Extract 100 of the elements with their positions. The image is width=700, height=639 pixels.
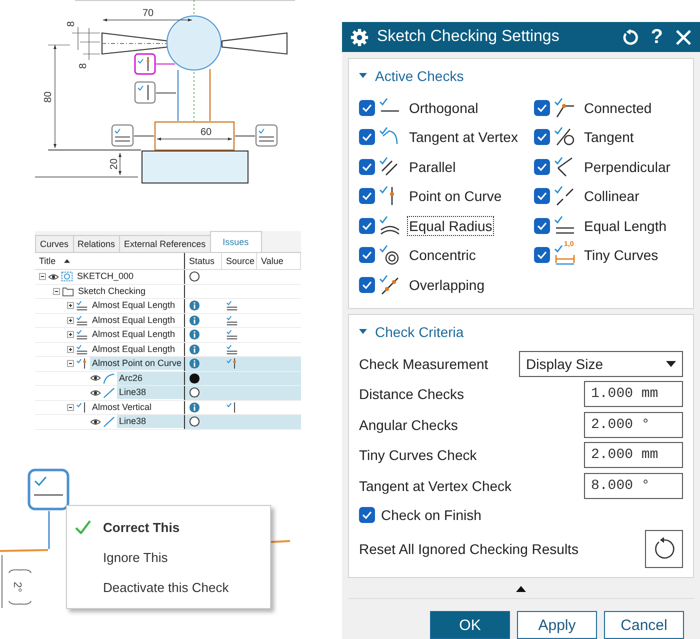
check-label[interactable]: Tangent at Vertex — [407, 127, 520, 148]
tree-item[interactable]: Almost Equal Length — [90, 299, 178, 312]
menu-item[interactable]: Deactivate this Check — [67, 572, 270, 602]
checkbox[interactable] — [534, 129, 550, 146]
input-field[interactable]: 2.000 ° — [584, 412, 683, 438]
check-label[interactable]: Tiny Curves — [582, 245, 660, 266]
equal-length-badge-icon[interactable] — [112, 124, 134, 146]
equal-radius-icon — [379, 214, 401, 237]
check-label[interactable]: Collinear — [582, 186, 642, 206]
tree-item[interactable]: SKETCH_000 — [75, 270, 136, 284]
section-heading[interactable]: Check Criteria — [375, 324, 464, 340]
check-label[interactable]: Overlapping — [407, 274, 486, 295]
menu-item-label: Correct This — [103, 520, 180, 534]
menu-item-label: Ignore This — [103, 550, 168, 564]
equal-length-badge-icon[interactable] — [256, 124, 278, 146]
check-label[interactable]: Perpendicular — [582, 156, 672, 177]
checkbox[interactable] — [359, 188, 375, 204]
checkbox[interactable] — [534, 100, 550, 116]
collapse-icon[interactable] — [359, 73, 367, 79]
menu-item[interactable]: Ignore This — [67, 542, 270, 572]
collinear-icon — [554, 185, 576, 208]
column-header[interactable]: Source — [222, 253, 257, 269]
checkbox[interactable] — [359, 276, 375, 293]
help-button[interactable]: ? — [650, 26, 663, 48]
tree-item[interactable]: Almost Point on Curve — [90, 357, 184, 370]
tree-item[interactable]: Arc26 — [117, 372, 184, 385]
tree-item[interactable]: Almost Vertical — [90, 400, 154, 414]
column-header[interactable]: Status — [185, 253, 222, 269]
checkbox[interactable] — [534, 158, 550, 175]
check-label[interactable]: Point on Curve — [407, 186, 504, 206]
tree-item[interactable]: Almost Equal Length — [90, 314, 178, 327]
leader-line — [48, 511, 50, 549]
folder-icon — [62, 286, 74, 297]
settings-icon[interactable] — [350, 28, 369, 46]
eye-icon[interactable] — [90, 388, 101, 397]
tree-item[interactable]: Line38 — [117, 415, 184, 428]
overlapping-icon — [379, 274, 401, 296]
eye-icon[interactable] — [90, 418, 101, 426]
reset-button[interactable] — [645, 530, 683, 568]
close-icon[interactable] — [675, 28, 692, 46]
tree-item[interactable]: Sketch Checking — [76, 284, 148, 298]
checkbox[interactable] — [359, 129, 375, 146]
point-on-curve-icon — [226, 358, 238, 370]
vertical-line-icon — [226, 402, 238, 413]
collapse-icon[interactable] — [67, 404, 74, 411]
collapse-arrow-icon[interactable] — [516, 586, 526, 592]
column-header[interactable]: Title — [39, 256, 56, 266]
collapse-icon[interactable] — [53, 288, 60, 295]
point-on-curve-badge-icon[interactable] — [134, 53, 156, 75]
expand-icon[interactable] — [67, 302, 74, 310]
check-label[interactable]: Equal Radius — [407, 216, 494, 236]
check-label[interactable]: Concentric — [407, 245, 478, 266]
tab[interactable]: Curves — [35, 235, 74, 252]
window-title: Sketch Checking Settings — [377, 28, 560, 46]
checkbox[interactable] — [359, 100, 375, 116]
check-label[interactable]: Tangent — [582, 127, 636, 148]
dropdown[interactable]: Display Size — [519, 350, 683, 377]
equal-length-badge-icon[interactable] — [28, 468, 70, 510]
tab[interactable]: Issues — [210, 231, 262, 252]
checkbox[interactable] — [534, 188, 550, 204]
dialog-button[interactable]: Cancel — [604, 611, 684, 639]
reset-icon[interactable] — [622, 28, 639, 46]
check-label[interactable]: Connected — [582, 98, 654, 118]
tree-item[interactable]: Almost Equal Length — [90, 328, 178, 342]
tree-item[interactable]: Line38 — [117, 386, 184, 400]
input-field[interactable]: 1.000 mm — [584, 381, 683, 408]
info-icon — [189, 344, 200, 355]
sort-arrow-icon[interactable] — [64, 259, 70, 263]
menu-item[interactable]: Correct This — [67, 512, 270, 542]
table-cell — [257, 386, 301, 400]
column-header[interactable]: Value — [257, 253, 301, 269]
check-label[interactable]: Orthogonal — [407, 98, 480, 118]
bowtie-shape — [102, 32, 168, 55]
expand-icon[interactable] — [67, 316, 74, 324]
ok-button[interactable]: OK — [430, 611, 510, 639]
checkbox-label[interactable]: Check on Finish — [381, 507, 482, 523]
check-label[interactable]: Parallel — [407, 156, 458, 177]
checkbox[interactable] — [534, 218, 550, 234]
input-field[interactable]: 2.000 mm — [584, 442, 683, 468]
eye-icon[interactable] — [48, 272, 59, 281]
checkbox[interactable] — [359, 158, 375, 175]
checkbox[interactable] — [359, 507, 375, 523]
check-label[interactable]: Equal Length — [582, 216, 669, 236]
vertical-badge-icon[interactable] — [134, 82, 156, 104]
section-heading[interactable]: Active Checks — [375, 68, 464, 84]
checkbox[interactable] — [359, 247, 375, 264]
expand-icon[interactable] — [67, 346, 74, 353]
center-line — [102, 43, 168, 44]
collapse-icon[interactable] — [39, 273, 46, 280]
collapse-icon[interactable] — [359, 328, 367, 334]
eye-icon[interactable] — [90, 374, 101, 382]
checkbox[interactable] — [534, 247, 550, 264]
dimension-label: 8 — [78, 63, 89, 69]
input-field[interactable]: 8.000 ° — [584, 472, 683, 499]
checkbox[interactable] — [359, 218, 375, 234]
expand-icon[interactable] — [67, 331, 74, 338]
tree-item[interactable]: Almost Equal Length — [90, 342, 178, 356]
menu-item-label: Deactivate this Check — [103, 580, 229, 594]
dialog-button[interactable]: Apply — [517, 611, 597, 639]
collapse-icon[interactable] — [67, 360, 74, 368]
